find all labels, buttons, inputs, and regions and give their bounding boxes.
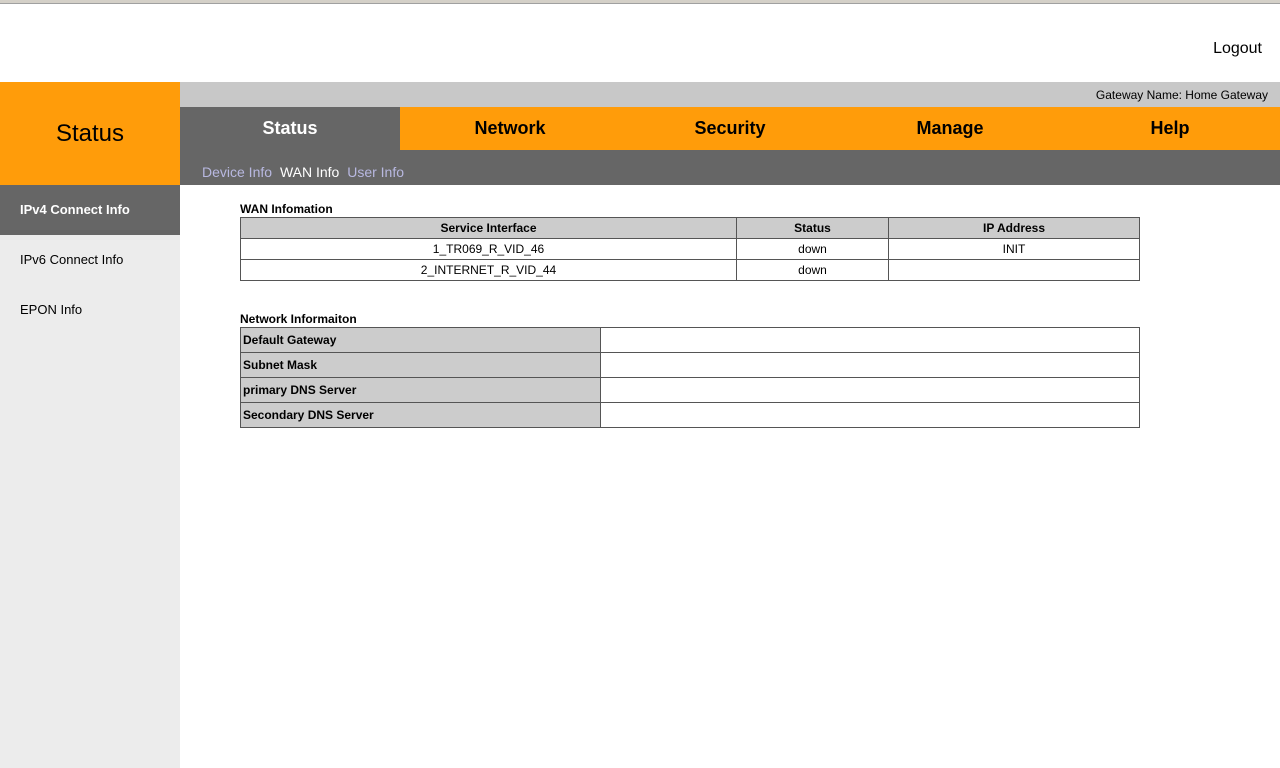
cell: INIT <box>888 238 1140 260</box>
sidebar-item-ipv6[interactable]: IPv6 Connect Info <box>0 235 180 285</box>
table-row: Secondary DNS Server <box>240 402 1140 428</box>
cell: 2_INTERNET_R_VID_44 <box>240 259 737 281</box>
sub-tabs: Device Info WAN Info User Info <box>180 150 1280 185</box>
row-value <box>600 352 1140 378</box>
tab-status[interactable]: Status <box>180 107 400 150</box>
gateway-name: Gateway Name: Home Gateway <box>180 82 1280 107</box>
subtab-wan-info[interactable]: WAN Info <box>280 164 339 180</box>
cell: down <box>736 238 889 260</box>
cell: down <box>736 259 889 281</box>
network-title: Network Informaiton <box>240 312 357 326</box>
row-label: Secondary DNS Server <box>240 402 601 428</box>
row-label: Subnet Mask <box>240 352 601 378</box>
tab-manage[interactable]: Manage <box>840 107 1060 150</box>
sidebar-item-epon[interactable]: EPON Info <box>0 285 180 335</box>
table-row: Subnet Mask <box>240 352 1140 378</box>
logout-link[interactable]: Logout <box>1213 40 1262 58</box>
tab-network[interactable]: Network <box>400 107 620 150</box>
row-value <box>600 402 1140 428</box>
subtab-user-info[interactable]: User Info <box>347 164 404 180</box>
table-row: 1_TR069_R_VID_46 down INIT <box>240 238 1140 260</box>
network-table: Default Gateway Subnet Mask primary DNS … <box>240 327 1140 428</box>
col-header: Service Interface <box>240 217 737 239</box>
sidebar-item-ipv4[interactable]: IPv4 Connect Info <box>0 185 180 235</box>
subtab-device-info[interactable]: Device Info <box>202 164 272 180</box>
main-content: WAN Infomation Service Interface Status IP… <box>240 202 1140 428</box>
row-value <box>600 377 1140 403</box>
window-top-border <box>0 0 1280 4</box>
table-row: Default Gateway <box>240 327 1140 353</box>
table-row: 2_INTERNET_R_VID_44 down <box>240 259 1140 281</box>
sidebar: IPv4 Connect Info IPv6 Connect Info EPON… <box>0 185 180 768</box>
col-header: IP Address <box>888 217 1140 239</box>
row-label: primary DNS Server <box>240 377 601 403</box>
tab-security[interactable]: Security <box>620 107 840 150</box>
table-row: primary DNS Server <box>240 377 1140 403</box>
main-tabs: Status Network Security Manage Help <box>180 107 1280 150</box>
section-title: Status <box>0 82 180 185</box>
col-header: Status <box>736 217 889 239</box>
tab-help[interactable]: Help <box>1060 107 1280 150</box>
cell <box>888 259 1140 281</box>
wan-table: Service Interface Status IP Address 1_TR06… <box>240 217 1140 281</box>
wan-title: WAN Infomation <box>240 202 333 216</box>
row-value <box>600 327 1140 353</box>
cell: 1_TR069_R_VID_46 <box>240 238 737 260</box>
row-label: Default Gateway <box>240 327 601 353</box>
